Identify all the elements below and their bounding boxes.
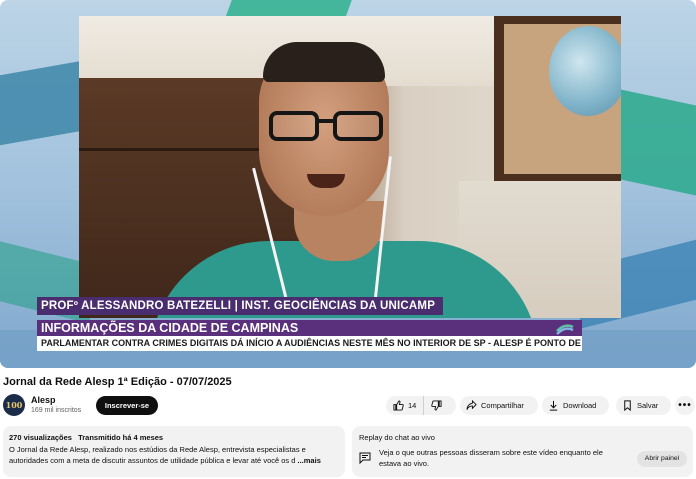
alesp-logo-icon [556,324,574,335]
lower-third: PROFº ALESSANDRO BATEZELLI | INST. GEOCI… [37,297,582,351]
description-box[interactable]: 270 visualizações Transmitido há 4 meses… [3,426,345,477]
channel-avatar[interactable]: 100 [3,394,25,416]
guest-name-caption: PROFº ALESSANDRO BATEZELLI | INST. GEOCI… [37,297,443,315]
glasses [267,111,387,143]
background-stripe [225,0,355,16]
description-text: O Jornal da Rede Alesp, realizado nos es… [9,444,339,466]
webcam-frame [79,16,621,318]
download-button[interactable]: Download [542,396,609,415]
share-label: Compartilhar [481,401,524,410]
like-count: 14 [408,401,417,410]
like-button[interactable]: 14 [386,396,425,415]
news-ticker: PARLAMENTAR CONTRA CRIMES DIGITAIS DÁ IN… [37,336,582,351]
share-icon [466,400,477,410]
bookmark-icon [624,400,631,411]
download-label: Download [563,401,597,410]
description-meta: 270 visualizações Transmitido há 4 meses [9,433,339,442]
channel-name[interactable]: Alesp [31,395,56,405]
chat-icon [359,452,371,464]
show-more-link[interactable]: ...mais [298,456,321,465]
thumbs-down-icon [431,400,442,411]
dislike-button[interactable] [424,396,442,415]
stream-date: Transmitido há 4 meses [78,433,164,442]
thumbs-up-icon [393,400,404,411]
video-title: Jornal da Rede Alesp 1ª Edição - 07/07/2… [3,376,232,388]
view-count: 270 visualizações [9,433,72,442]
subscriber-count: 169 mil inscritos [31,407,82,414]
more-actions-button[interactable]: ••• [675,396,695,415]
save-label: Salvar [637,401,659,410]
share-button[interactable]: Compartilhar [460,396,538,415]
chat-replay-title: Replay do chat ao vivo [359,433,435,442]
like-dislike-group: 14 [386,396,456,415]
subscribe-button[interactable]: Inscrever-se [96,396,158,415]
segment-title-text: INFORMAÇÕES DA CIDADE DE CAMPINAS [41,321,299,335]
open-panel-button[interactable]: Abrir painel [637,451,687,467]
download-icon [549,400,558,411]
segment-title-caption: INFORMAÇÕES DA CIDADE DE CAMPINAS [37,320,582,336]
save-button[interactable]: Salvar [616,396,671,415]
chat-replay-panel: Replay do chat ao vivo Veja o que outras… [352,426,693,477]
description-body: O Jornal da Rede Alesp, realizado nos es… [9,445,306,465]
globe [549,26,621,116]
chat-replay-text: Veja o que outras pessoas disseram sobre… [379,448,603,468]
video-player[interactable]: PROFº ALESSANDRO BATEZELLI | INST. GEOCI… [0,0,696,368]
